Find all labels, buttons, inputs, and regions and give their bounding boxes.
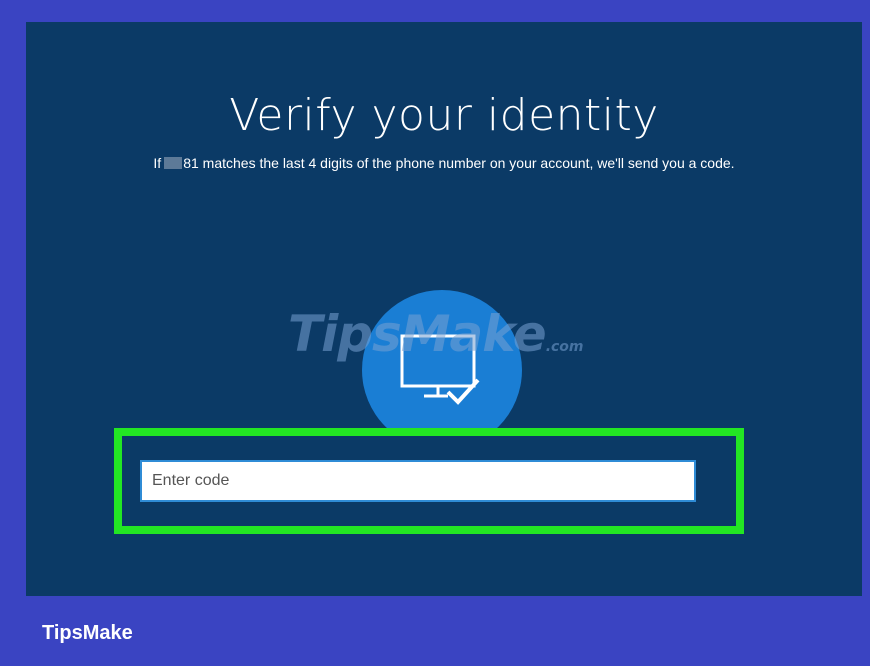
brand-label: TipsMake bbox=[42, 622, 133, 644]
instructions-prefix: If bbox=[153, 155, 162, 171]
page-title: Verify your identity bbox=[229, 90, 659, 141]
masked-digits bbox=[164, 157, 183, 169]
enter-code-input[interactable] bbox=[140, 460, 696, 502]
watermark-suffix: .com bbox=[545, 339, 584, 355]
watermark: TipsMake.com bbox=[288, 305, 584, 363]
instructions-text: 81 matches the last 4 digits of the phon… bbox=[183, 155, 735, 171]
verify-instructions: If 81 matches the last 4 digits of the ph… bbox=[26, 155, 862, 171]
watermark-text: TipsMake bbox=[288, 305, 547, 363]
